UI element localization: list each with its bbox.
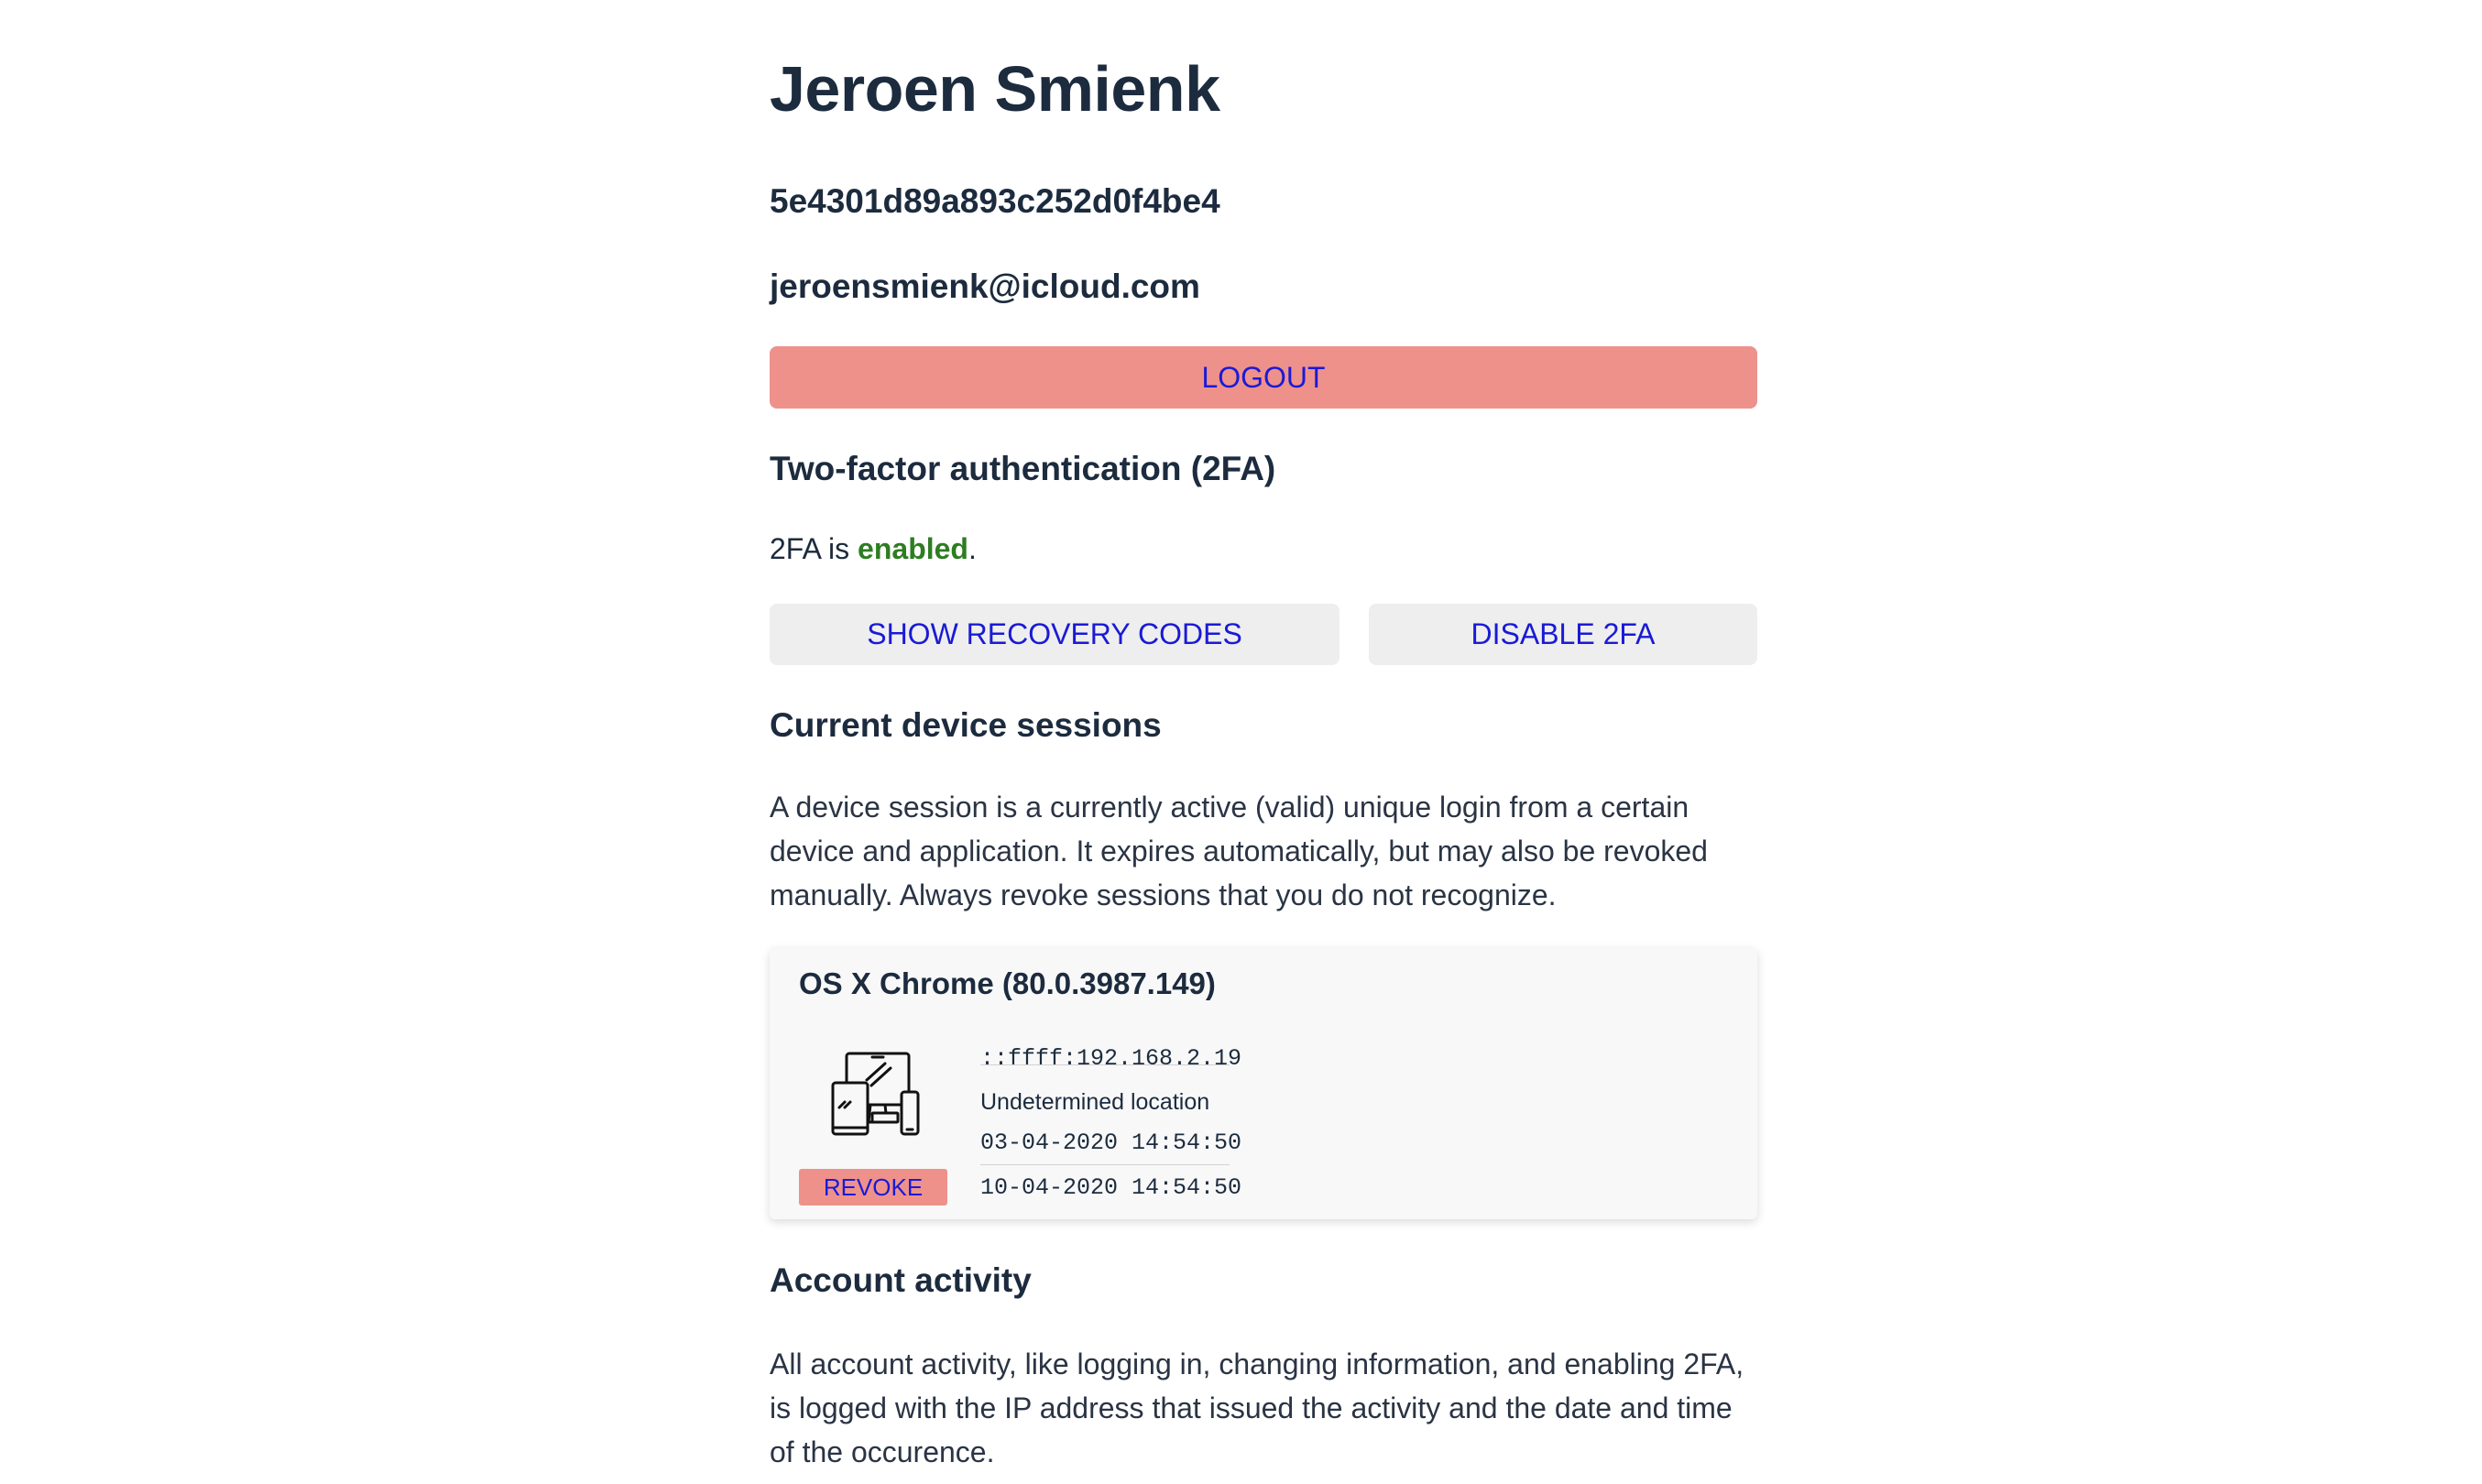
session-location: Undetermined location	[980, 1089, 1210, 1115]
activity-description: All account activity, like logging in, c…	[770, 1348, 1744, 1468]
two-factor-status-suffix: .	[968, 532, 977, 565]
show-recovery-codes-button[interactable]: SHOW RECOVERY CODES	[770, 604, 1339, 665]
session-card: OS X Chrome (80.0.3987.149) REVOKE::fff…	[770, 948, 1757, 1219]
session-divider	[980, 1064, 1230, 1065]
two-factor-status-value: enabled	[858, 532, 968, 565]
sessions-heading: Current device sessions	[770, 706, 1162, 744]
session-expiry-date: 10-04-2020 14:54:50	[980, 1174, 1242, 1201]
session-ip: ::ffff:192.168.2.19	[980, 1045, 1242, 1072]
multi-device-icon	[830, 1051, 922, 1139]
page-title: Jeroen Smienk	[770, 53, 1220, 125]
activity-heading: Account activity	[770, 1261, 1032, 1299]
disable-2fa-button[interactable]: DISABLE 2FA	[1369, 604, 1757, 665]
sessions-description: A device session is a currently active (…	[770, 791, 1708, 911]
two-factor-heading: Two-factor authentication (2FA)	[770, 450, 1276, 487]
session-title: OS X Chrome (80.0.3987.149)	[799, 966, 1216, 1000]
user-id: 5e4301d89a893c252d0f4be4	[770, 182, 1220, 220]
logout-button[interactable]: LOGOUT	[770, 346, 1757, 409]
user-email: jeroensmienk@icloud.com	[770, 267, 1200, 305]
revoke-session-button[interactable]: REVOKE	[799, 1169, 947, 1206]
two-factor-status-prefix: 2FA is	[770, 532, 858, 565]
session-created-date: 03-04-2020 14:54:50	[980, 1129, 1242, 1156]
session-divider	[980, 1164, 1230, 1165]
two-factor-status: 2FA is enabled.	[770, 529, 977, 569]
